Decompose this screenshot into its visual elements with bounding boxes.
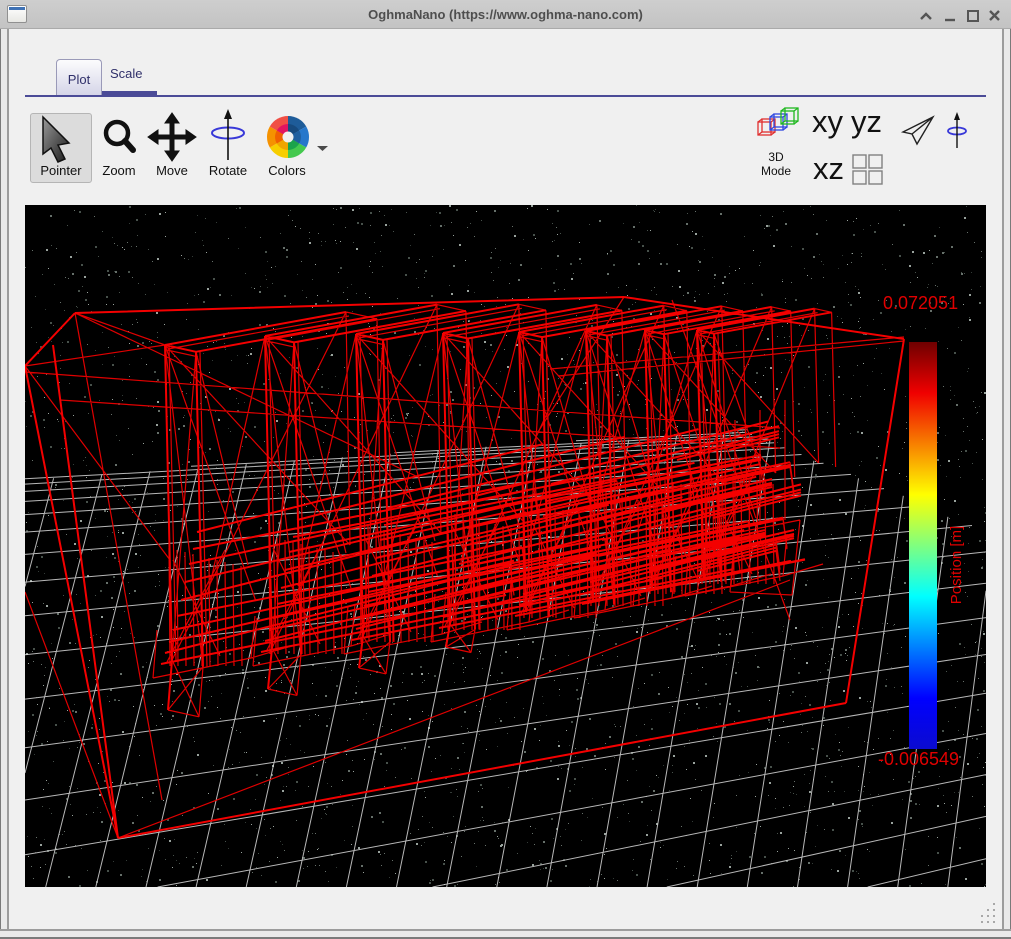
svg-text:Mode: Mode [761, 164, 791, 178]
svg-text:xy: xy [812, 104, 844, 139]
svg-text:0.072051: 0.072051 [883, 293, 958, 313]
svg-text:-0.006549: -0.006549 [878, 749, 959, 769]
svg-text:xz: xz [813, 151, 844, 186]
svg-text:yz: yz [851, 104, 882, 139]
svg-text:3D: 3D [768, 150, 784, 164]
svg-text:Position [m]: Position [m] [948, 526, 965, 604]
